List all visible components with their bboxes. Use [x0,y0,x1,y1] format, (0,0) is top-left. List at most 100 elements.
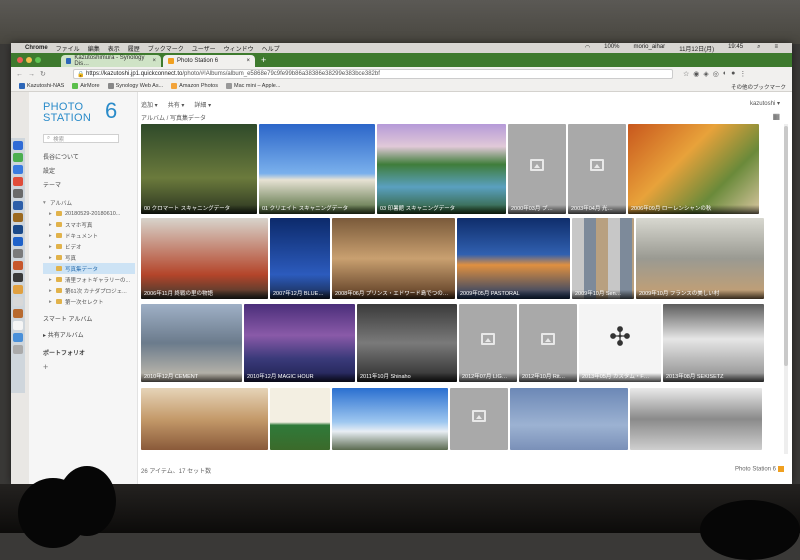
new-tab-button[interactable]: + [261,55,266,65]
add-button[interactable]: 追加 ▾ [141,100,158,109]
menubar-item-window[interactable]: ウィンドウ [224,44,254,53]
menubar-item-edit[interactable]: 編集 [88,44,100,53]
app-icon[interactable] [13,261,23,270]
album-tile[interactable]: 2011年10月 Shinaho [357,304,457,382]
menubar-item-history[interactable]: 履歴 [128,44,140,53]
appstore-icon[interactable] [13,237,23,246]
tree-item[interactable]: ▸ ドキュメント [43,230,135,241]
album-tile[interactable]: 2006年11月 終戦の里の物語 [141,218,268,299]
bridge-icon[interactable] [13,213,23,222]
tree-item[interactable]: ▸ ビデオ [43,241,135,252]
tree-item[interactable]: ▸ 20180529-20180610... [43,208,135,219]
close-window-button[interactable] [17,57,23,63]
tree-item[interactable]: ▸ 第一次セレクト [43,296,135,307]
app-icon[interactable] [13,297,23,306]
user-menu[interactable]: kazutoshi ▾ [750,100,780,107]
mail-icon[interactable] [13,177,23,186]
menubar-item-bookmarks[interactable]: ブックマーク [148,44,184,53]
extension-icon[interactable]: ◈ [703,70,708,78]
battery-percent[interactable]: 100% [604,44,619,53]
album-tile[interactable]: 2009年05月 PASTORAL [457,218,570,299]
menubar-user[interactable]: morio_aihar [634,44,666,53]
tab-synology[interactable]: Kazutoshimura - Synology Dis… × [61,55,161,67]
app-icon[interactable] [13,309,23,318]
album-tile[interactable]: 2008年06月 プリンス・エドワード島でつの… [332,218,455,299]
album-tile[interactable]: 01 クリエイト スキャニングデータ [259,124,375,214]
bookmark-item[interactable]: Amazon Photos [171,83,218,89]
album-tile[interactable]: 2010年12月 CEMENT [141,304,242,382]
album-tile[interactable]: 2009年10月 Sen… [572,218,634,299]
tree-item-albums[interactable]: ▾ アルバム [43,197,135,208]
extension-icon[interactable]: ◉ [693,70,699,78]
trash-icon[interactable] [13,345,23,354]
bookmark-item[interactable]: Synology Web As... [107,83,163,89]
app-icon[interactable] [13,201,23,210]
back-icon[interactable]: ← [16,71,23,78]
album-tile[interactable] [270,388,330,450]
album-tile[interactable] [332,388,448,450]
tree-item[interactable]: ▸ 写真 [43,252,135,263]
tree-item-selected[interactable]: 写真集データ [43,263,135,274]
album-tile-placeholder[interactable]: 2012年07月 LIG… [459,304,517,382]
album-tile[interactable]: ✣ 2013年05月 カスタム・F… [579,304,661,382]
menu-list-icon[interactable]: ≡ [774,44,778,53]
star-icon[interactable]: ☆ [683,70,689,78]
nav-item-theme[interactable]: テーマ [43,180,61,189]
search-icon[interactable]: ⌕ [757,44,760,53]
bookmark-item[interactable]: AirMore [72,83,100,89]
scrollbar[interactable] [784,124,788,454]
bookmark-item[interactable]: Mac mini – Apple... [225,83,280,89]
breadcrumb[interactable]: アルバム / 写真集データ [141,113,206,122]
album-tile[interactable] [630,388,762,450]
details-button[interactable]: 詳細 ▾ [194,100,211,109]
app-icon[interactable] [13,273,23,282]
bookmark-item[interactable]: Kazutoshi-NAS [19,83,64,89]
close-tab-icon[interactable]: × [152,58,156,64]
nav-item-about[interactable]: 長谷について [43,152,79,161]
chrome-icon[interactable] [13,153,23,162]
menubar-item-file[interactable]: ファイル [56,44,80,53]
app-icon[interactable] [13,285,23,294]
nav-item-portfolio[interactable]: ポートフォリオ [43,348,85,357]
other-bookmarks[interactable]: その他のブックマーク [731,83,786,91]
menubar-item-view[interactable]: 表示 [108,44,120,53]
address-bar[interactable]: 🔒 https://kazutoshi.jp1.quickconnect.to /… [73,69,673,79]
app-icon[interactable] [13,249,23,258]
tree-item[interactable]: ▸ 清里フォトギャラリーの... [43,274,135,285]
nav-item-shared-album[interactable]: ▸ 共有アルバム [43,330,84,339]
tree-item[interactable]: ▸ 第61次 カナダプロジェ... [43,285,135,296]
menubar-item-user[interactable]: ユーザー [192,44,216,53]
menubar-time[interactable]: 19:45 [728,44,743,53]
tab-photo-station[interactable]: Photo Station 6 × [163,55,255,67]
zoom-window-button[interactable] [35,57,41,63]
album-tile[interactable]: 2009年10月 フランスの美しい村 [636,218,764,299]
scrollbar-thumb[interactable] [784,126,788,366]
photoshop-icon[interactable] [13,225,23,234]
nav-item-smart-album[interactable]: スマート アルバム [43,314,92,323]
tree-item[interactable]: ▸ スマホ写真 [43,219,135,230]
extension-icon[interactable]: ◐ [723,70,727,78]
album-tile-placeholder[interactable]: 2000年03月 プ… [508,124,566,214]
album-tile[interactable]: 2007年12月 BLUE… [270,218,330,299]
album-tile-placeholder[interactable] [450,388,508,450]
more-icon[interactable]: ⋮ [739,70,746,78]
reload-icon[interactable]: ↻ [40,70,46,78]
menubar-app-name[interactable]: Chrome [25,45,48,51]
menubar-item-help[interactable]: ヘルプ [262,44,280,53]
nav-item-settings[interactable]: 設定 [43,166,55,175]
photo-station-logo[interactable]: PHOTO STATION 6 [43,100,117,124]
album-tile[interactable]: 03 印暑館 スキャニングデータ [377,124,506,214]
finder-icon[interactable] [13,141,23,150]
forward-icon[interactable]: → [28,71,35,78]
safari-icon[interactable] [13,165,23,174]
grid-view-icon[interactable]: ▦ [772,112,780,121]
album-tile[interactable]: 2013年08月 SEKISETZ [663,304,764,382]
extension-icon[interactable]: ◎ [713,70,719,78]
app-icon[interactable] [13,321,23,330]
add-portfolio-button[interactable]: + [43,362,48,372]
close-tab-icon[interactable]: × [246,58,250,64]
share-button[interactable]: 共有 ▾ [168,100,185,109]
album-tile[interactable] [141,388,268,450]
search-input[interactable]: ⌕ 検索 [43,134,119,143]
album-tile-placeholder[interactable]: 2012年10月 Rit… [519,304,577,382]
